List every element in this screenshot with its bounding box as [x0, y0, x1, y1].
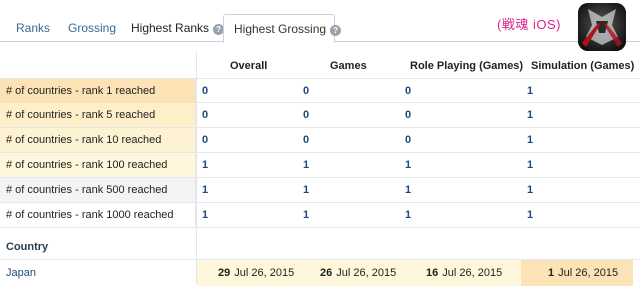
table-row: # of countries - rank 500 reached 1 1 1 … [0, 178, 640, 203]
cell-overall: 0 [202, 134, 209, 146]
rank-date: Jul 26, 2015 [336, 267, 397, 279]
cell-games: 1 [303, 184, 310, 196]
rank-value: 1 [548, 267, 555, 279]
cell-overall: 0 [202, 109, 209, 121]
row-label: # of countries - rank 10 reached [0, 128, 196, 152]
tab-grossing-label: Grossing [68, 21, 117, 35]
cell-games: 1 [303, 159, 310, 171]
row-label: # of countries - rank 5 reached [0, 103, 196, 127]
app-icon[interactable] [578, 3, 626, 51]
rank-date: Jul 26, 2015 [442, 267, 503, 279]
tab-highest-ranks[interactable]: Highest Ranks? [131, 14, 225, 42]
table-row: # of countries - rank 1000 reached 1 1 1… [0, 203, 640, 228]
cell-simulation: 1 [527, 134, 534, 146]
cell-overall: 1 [202, 159, 209, 171]
tab-ranks[interactable]: Ranks [16, 14, 50, 42]
cell-games: 0 [303, 109, 310, 121]
cell-role-playing: 0 [405, 85, 412, 97]
rank-cell-role-playing: 16 Jul 26, 2015 [398, 260, 521, 286]
cell-games: 0 [303, 85, 310, 97]
table-row: # of countries - rank 1 reached 0 0 0 1 [0, 78, 640, 103]
row-label: # of countries - rank 100 reached [0, 153, 196, 177]
cell-simulation: 1 [527, 184, 534, 196]
cell-overall: 1 [202, 209, 209, 221]
rank-cell-overall: 29 Jul 26, 2015 [197, 260, 297, 286]
column-header-overall: Overall [230, 60, 268, 72]
question-circle-icon[interactable]: ? [330, 25, 342, 36]
column-header-simulation: Simulation (Games) [531, 60, 635, 72]
tab-highest-grossing[interactable]: Highest Grossing? [223, 14, 342, 43]
row-label: # of countries - rank 500 reached [0, 178, 196, 202]
cell-simulation: 1 [527, 209, 534, 221]
country-header: Country [6, 241, 49, 253]
country-link-japan[interactable]: Japan [6, 267, 36, 279]
row-label: # of countries - rank 1 reached [0, 79, 196, 103]
cell-simulation: 1 [527, 159, 534, 171]
cell-role-playing: 0 [405, 109, 412, 121]
tab-highest-ranks-label: Highest Ranks [131, 21, 210, 35]
table-row: # of countries - rank 5 reached 0 0 0 1 [0, 103, 640, 128]
table-row: # of countries - rank 100 reached 1 1 1 … [0, 153, 640, 178]
cell-overall: 0 [202, 85, 209, 97]
cell-overall: 1 [202, 184, 209, 196]
rank-date: Jul 26, 2015 [234, 267, 295, 279]
cell-simulation: 1 [527, 85, 534, 97]
cell-role-playing: 0 [405, 134, 412, 146]
rank-cell-simulation: 1 Jul 26, 2015 [521, 260, 633, 286]
row-label: # of countries - rank 1000 reached [0, 203, 196, 227]
tab-ranks-label: Ranks [16, 21, 51, 35]
country-row: Japan 29 Jul 26, 2015 26 Jul 26, 2015 16 Ju… [0, 259, 640, 286]
rank-value: 26 [320, 267, 333, 279]
app-title: (戦魂 iOS) [497, 17, 561, 32]
column-header-games: Games [330, 60, 367, 72]
cell-simulation: 1 [527, 109, 534, 121]
rank-value: 29 [218, 267, 231, 279]
rank-value: 16 [426, 267, 439, 279]
cell-games: 0 [303, 134, 310, 146]
tab-grossing[interactable]: Grossing [68, 14, 116, 42]
cell-role-playing: 1 [405, 209, 412, 221]
rank-cell-games: 26 Jul 26, 2015 [297, 260, 398, 286]
cell-role-playing: 1 [405, 159, 412, 171]
rank-date: Jul 26, 2015 [558, 267, 619, 279]
table-row: # of countries - rank 10 reached 0 0 0 1 [0, 128, 640, 153]
tab-highest-grossing-label: Highest Grossing [234, 22, 327, 36]
cell-games: 1 [303, 209, 310, 221]
cell-role-playing: 1 [405, 184, 412, 196]
column-header-role-playing: Role Playing (Games) [410, 60, 524, 72]
